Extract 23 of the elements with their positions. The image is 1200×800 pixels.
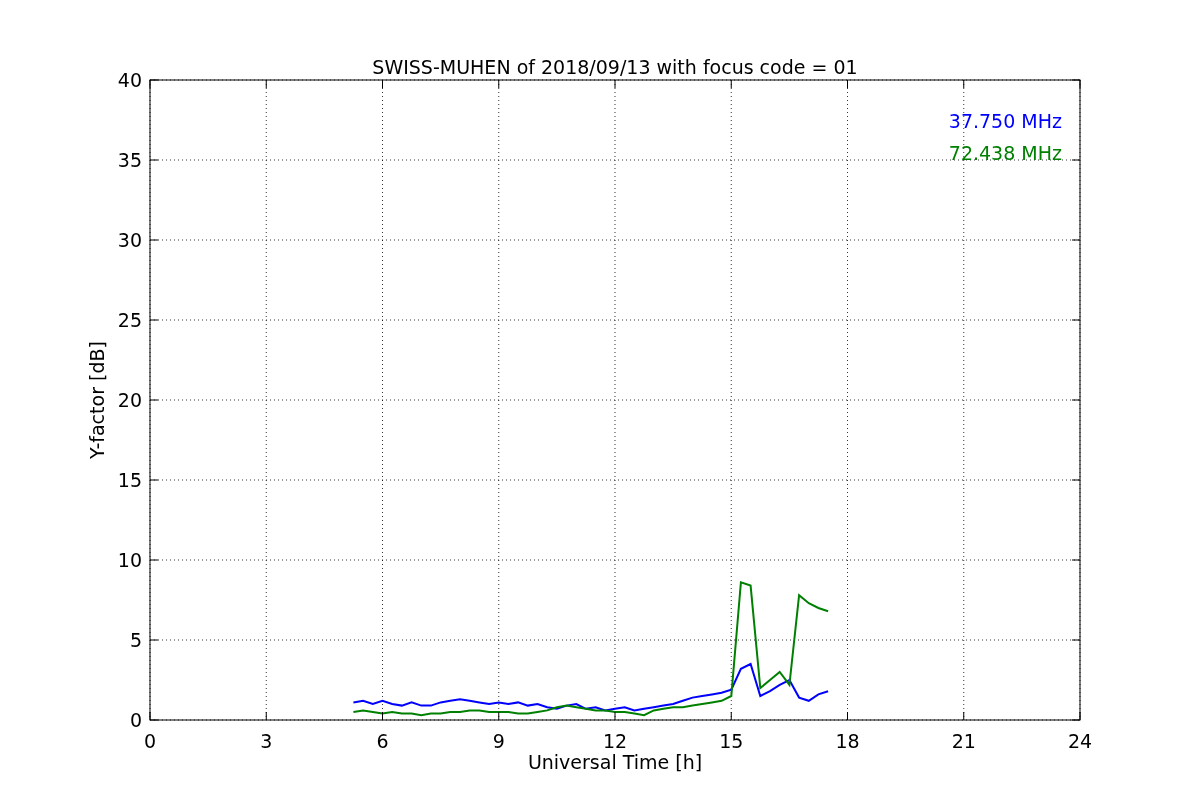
x-tick-label: 12 [602,730,628,752]
y-tick-label: 15 [117,469,142,491]
x-axis-label: Universal Time [h] [527,751,703,773]
y-tick-label: 40 [117,69,142,91]
x-tick-label: 0 [143,730,157,752]
legend-label: 37.750 MHz [948,110,1062,132]
y-tick-label: 5 [129,629,142,651]
y-tick-label: 30 [117,229,142,251]
y-tick-label: 10 [117,549,142,571]
legend-label: 72.438 MHz [948,142,1062,164]
x-tick-label: 9 [492,730,505,752]
x-tick-label: 15 [719,730,744,752]
y-tick-label: 35 [117,149,142,171]
chart-title: SWISS-MUHEN of 2018/09/13 with focus code = 01 [372,56,858,78]
x-tick-label: 21 [951,730,976,752]
x-tick-label: 6 [376,730,389,752]
x-tick-label: 3 [260,730,273,752]
y-tick-label: 20 [117,389,142,411]
y-tick-label: 0 [129,709,142,731]
x-tick-label: 18 [835,730,860,752]
y-tick-label: 25 [117,309,142,331]
x-tick-label: 24 [1067,730,1093,752]
y-axis-label: Y-factor [dB] [86,341,108,459]
